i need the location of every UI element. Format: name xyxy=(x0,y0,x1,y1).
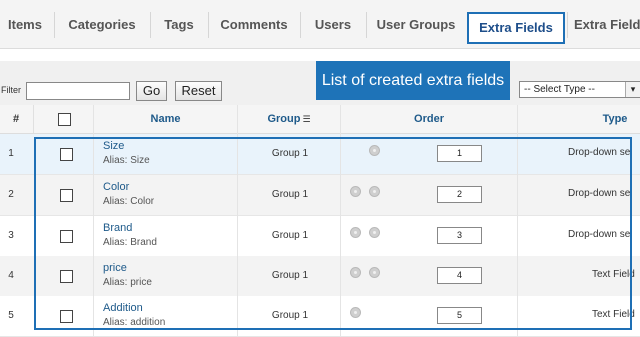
field-type: Drop-down sel xyxy=(568,147,633,158)
field-name-link[interactable]: Size xyxy=(103,140,124,152)
field-alias: Alias: price xyxy=(103,277,152,288)
order-up-icon[interactable] xyxy=(350,186,361,197)
reset-button[interactable]: Reset xyxy=(175,81,222,101)
field-group: Group 1 xyxy=(271,189,309,200)
table-row: 5 Addition Alias: addition Group 1 5 Tex… xyxy=(0,296,640,337)
field-type: Drop-down sel xyxy=(568,188,633,199)
tab-extra-field-groups[interactable]: Extra Field xyxy=(574,10,640,40)
callout-label: List of created extra fields xyxy=(316,61,510,100)
field-name-link[interactable]: price xyxy=(103,262,127,274)
field-alias: Alias: addition xyxy=(103,317,166,328)
field-name-link[interactable]: Brand xyxy=(103,222,132,234)
table-row: 4 price Alias: price Group 1 4 Text Fiel… xyxy=(0,256,640,297)
select-all-checkbox[interactable] xyxy=(58,113,71,126)
tab-divider xyxy=(300,12,301,38)
field-type: Drop-down sel xyxy=(568,229,633,240)
order-down-icon[interactable] xyxy=(369,145,380,156)
tab-user-groups[interactable]: User Groups xyxy=(368,10,464,40)
field-group: Group 1 xyxy=(271,310,309,321)
row-number: 3 xyxy=(8,230,14,241)
column-header-name[interactable]: Name xyxy=(94,105,237,133)
order-input[interactable]: 4 xyxy=(437,267,482,284)
field-name-link[interactable]: Addition xyxy=(103,302,143,314)
tab-divider xyxy=(150,12,151,38)
type-select-value: -- Select Type -- xyxy=(524,84,595,95)
table-row: 2 Color Alias: Color Group 1 2 Drop-down… xyxy=(0,175,640,216)
column-header-number: # xyxy=(12,113,20,125)
field-alias: Alias: Brand xyxy=(103,237,157,248)
order-up-icon[interactable] xyxy=(350,307,361,318)
row-number: 4 xyxy=(8,270,14,281)
order-up-icon[interactable] xyxy=(350,267,361,278)
order-down-icon[interactable] xyxy=(369,186,380,197)
tab-divider xyxy=(366,12,367,38)
row-checkbox[interactable] xyxy=(60,230,73,243)
go-button[interactable]: Go xyxy=(136,81,167,101)
chevron-down-icon: ▾ xyxy=(625,82,640,97)
table-row: 3 Brand Alias: Brand Group 1 3 Drop-down… xyxy=(0,216,640,257)
field-type: Text Field xyxy=(592,309,635,320)
row-checkbox[interactable] xyxy=(60,148,73,161)
row-checkbox[interactable] xyxy=(60,310,73,323)
row-checkbox[interactable] xyxy=(60,270,73,283)
order-input[interactable]: 1 xyxy=(437,145,482,162)
row-number: 1 xyxy=(8,148,14,159)
order-down-icon[interactable] xyxy=(369,227,380,238)
order-input[interactable]: 3 xyxy=(437,227,482,244)
field-group: Group 1 xyxy=(271,148,309,159)
row-number: 2 xyxy=(8,189,14,200)
row-checkbox[interactable] xyxy=(60,189,73,202)
table-header: # Name Group ☰ Order Type xyxy=(0,105,640,134)
column-divider xyxy=(517,105,518,336)
tab-items[interactable]: Items xyxy=(0,10,50,40)
column-divider xyxy=(340,105,341,336)
tab-users[interactable]: Users xyxy=(302,10,364,40)
field-name-link[interactable]: Color xyxy=(103,181,129,193)
field-group: Group 1 xyxy=(271,270,309,281)
field-type: Text Field xyxy=(592,269,635,280)
table-row: 1 Size Alias: Size Group 1 1 Drop-down s… xyxy=(0,134,640,175)
column-divider xyxy=(33,105,34,133)
column-divider xyxy=(93,105,94,336)
order-input[interactable]: 5 xyxy=(437,307,482,324)
tab-tags[interactable]: Tags xyxy=(152,10,206,40)
filter-label: Filter xyxy=(1,85,21,95)
order-down-icon[interactable] xyxy=(369,267,380,278)
tab-comments[interactable]: Comments xyxy=(210,10,298,40)
column-header-order[interactable]: Order xyxy=(341,105,517,133)
column-header-type[interactable]: Type xyxy=(590,105,640,133)
tab-divider xyxy=(567,12,568,38)
order-input[interactable]: 2 xyxy=(437,186,482,203)
field-group: Group 1 xyxy=(271,230,309,241)
spacer xyxy=(0,49,640,61)
tab-bar: Items Categories Tags Comments Users Use… xyxy=(0,0,640,49)
tab-divider xyxy=(208,12,209,38)
row-number: 5 xyxy=(8,310,14,321)
tab-extra-fields[interactable]: Extra Fields xyxy=(467,12,565,44)
type-select[interactable]: -- Select Type -- ▾ xyxy=(519,81,640,98)
field-alias: Alias: Size xyxy=(103,155,150,166)
column-header-group-label: Group xyxy=(267,113,301,125)
filter-input[interactable] xyxy=(26,82,130,100)
column-divider xyxy=(237,105,238,336)
tab-divider xyxy=(54,12,55,38)
field-alias: Alias: Color xyxy=(103,196,155,207)
sort-icon: ☰ xyxy=(302,114,311,124)
tab-categories[interactable]: Categories xyxy=(56,10,148,40)
column-header-group[interactable]: Group ☰ xyxy=(238,105,340,133)
order-up-icon[interactable] xyxy=(350,227,361,238)
